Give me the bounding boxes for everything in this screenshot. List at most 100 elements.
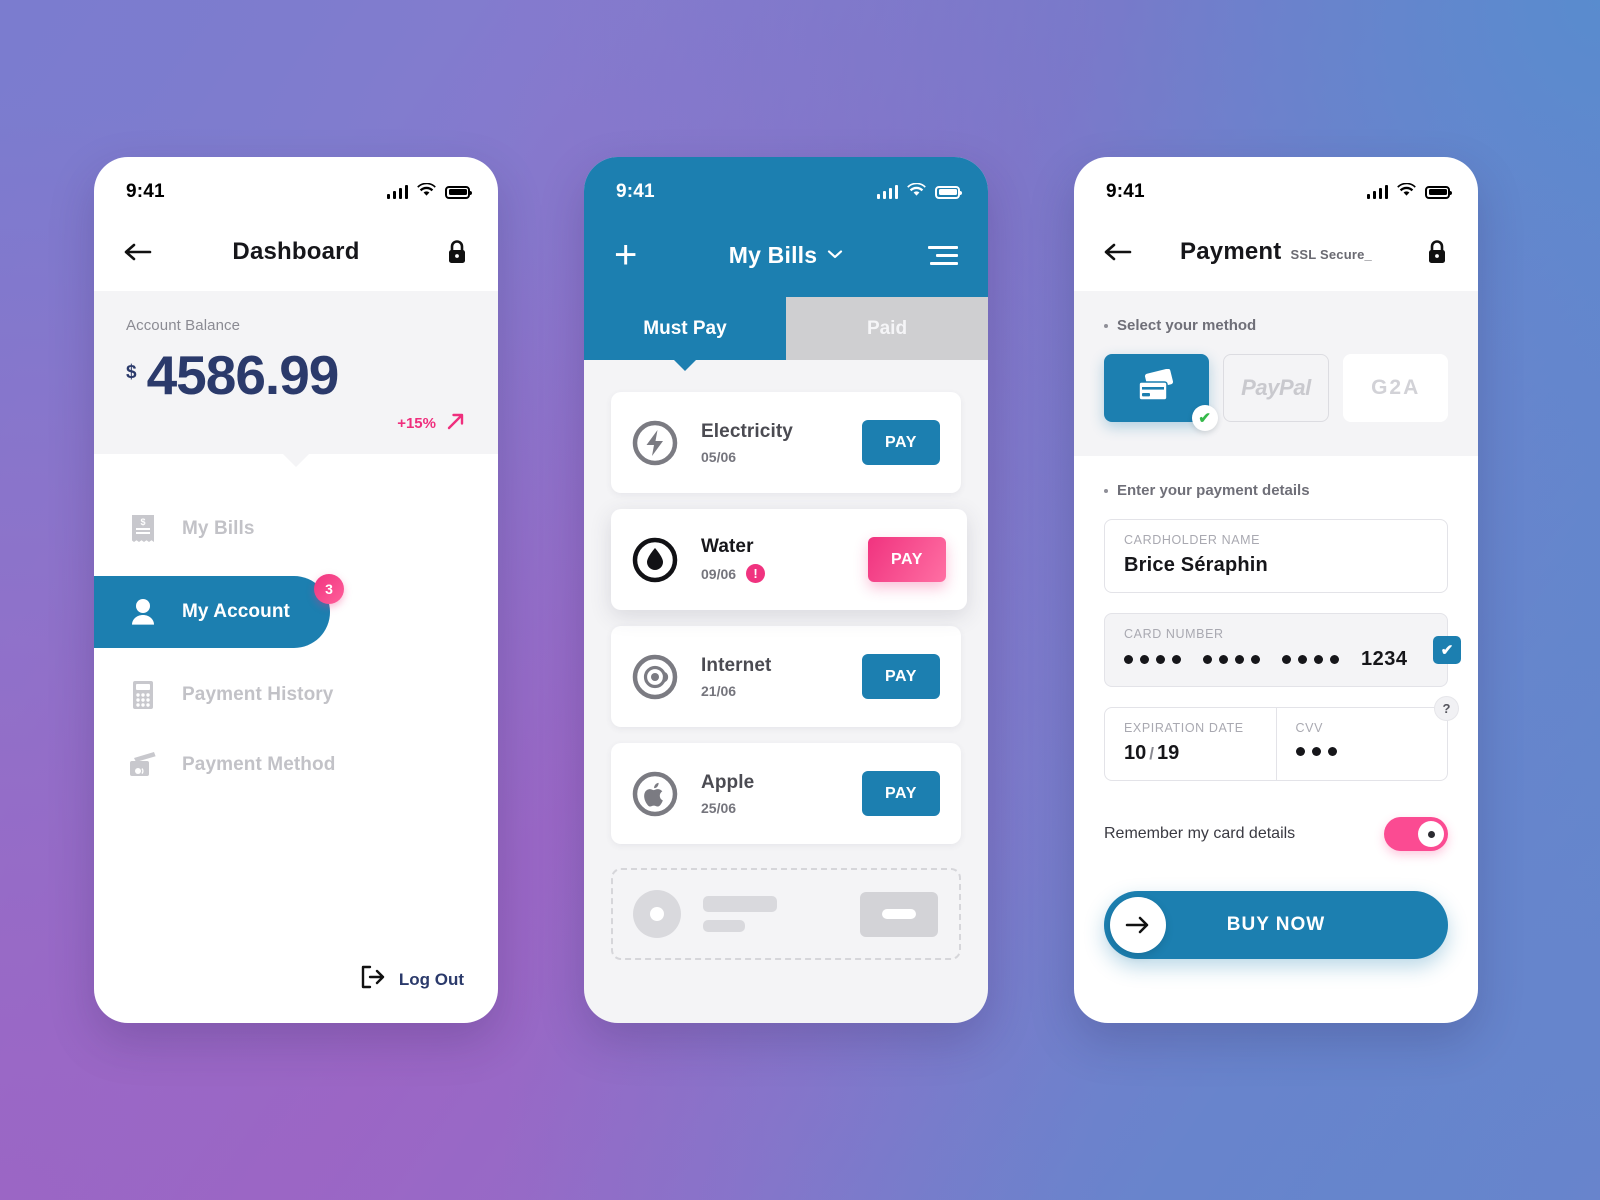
- check-icon: ✔: [1433, 636, 1461, 664]
- user-icon: [126, 595, 160, 629]
- placeholder-button: [860, 891, 938, 937]
- expiration-date-field[interactable]: EXPIRATION DATE 10/19: [1105, 708, 1276, 780]
- lightning-icon: [631, 419, 679, 467]
- lock-icon[interactable]: [1426, 239, 1448, 265]
- exp-separator: /: [1149, 744, 1154, 763]
- sidebar-item-label: Payment History: [182, 684, 334, 705]
- phone-my-bills: 9:41 + My Bills Must Pay Paid Electricit…: [584, 157, 988, 1023]
- card-number-value: 1234: [1124, 648, 1428, 671]
- arrow-right-icon: [1110, 897, 1166, 953]
- water-drop-icon: [631, 536, 679, 584]
- bill-info: Water 09/06 !: [701, 536, 868, 583]
- battery-icon: [1425, 185, 1452, 199]
- status-icons: [386, 181, 472, 203]
- hamburger-icon[interactable]: [928, 245, 958, 265]
- sidebar-item-payment-method[interactable]: Payment Method: [94, 730, 498, 800]
- cards-icon: [1133, 368, 1179, 408]
- at-sign-icon: [631, 653, 679, 701]
- balance-row: $ 4586.99: [126, 348, 466, 403]
- page-title: Dashboard: [232, 238, 360, 265]
- svg-text:$: $: [140, 517, 145, 527]
- method-credit-card[interactable]: ✔: [1104, 354, 1218, 431]
- masked-group: [1124, 655, 1181, 664]
- trend-up-arrow-icon: [446, 411, 466, 436]
- method-g2a[interactable]: G2A: [1343, 354, 1449, 422]
- question-mark-icon[interactable]: ?: [1434, 696, 1459, 721]
- cardholder-name-field[interactable]: CARDHOLDER NAME Brice Séraphin: [1104, 519, 1448, 593]
- phone-payment: 9:41 Payment SSL Secure_ Select your met…: [1074, 157, 1478, 1023]
- ssl-secure-label: SSL Secure_: [1290, 247, 1372, 262]
- bill-name: Apple: [701, 771, 755, 793]
- logout-icon: [359, 964, 386, 995]
- buy-now-button[interactable]: BUY NOW: [1104, 891, 1448, 959]
- bill-name: Internet: [701, 654, 772, 676]
- tab-must-pay[interactable]: Must Pay: [584, 297, 786, 360]
- field-label: CVV: [1295, 721, 1324, 735]
- tab-label: Paid: [866, 317, 908, 339]
- balance-label: Account Balance: [126, 317, 241, 334]
- placeholder-text-lines: [703, 896, 860, 932]
- delta-percent: +15%: [397, 415, 436, 432]
- sidebar-item-my-account[interactable]: My Account 3: [94, 574, 344, 648]
- method-paypal[interactable]: PayPal: [1222, 354, 1330, 422]
- pay-button[interactable]: PAY: [868, 537, 946, 582]
- masked-group: [1282, 655, 1339, 664]
- table-row[interactable]: Electricity 05/06 PAY: [611, 392, 961, 493]
- bill-name: Water: [701, 536, 754, 557]
- card-number-field[interactable]: CARD NUMBER 1234 ✔: [1104, 613, 1461, 687]
- back-button[interactable]: [124, 242, 154, 262]
- bill-due-date: 21/06: [701, 682, 737, 699]
- cellular-signal-icon: [876, 184, 898, 199]
- status-time: 9:41: [1106, 181, 1145, 202]
- wifi-icon: [907, 181, 926, 203]
- logout-button[interactable]: Log Out: [359, 964, 464, 995]
- remember-card-label: Remember my card details: [1104, 825, 1296, 842]
- sidebar-item-my-bills[interactable]: $ My Bills: [94, 494, 498, 564]
- bill-due-date: 25/06: [701, 799, 737, 816]
- g2a-logo: G2A: [1371, 376, 1421, 399]
- exp-month: 10: [1124, 742, 1147, 764]
- page-title: My Bills: [728, 241, 818, 268]
- pay-button[interactable]: PAY: [862, 420, 940, 465]
- status-bar: 9:41: [94, 157, 498, 213]
- balance-amount: 4586.99: [146, 344, 340, 406]
- cvv-field[interactable]: CVV: [1275, 708, 1448, 780]
- sidebar-item-label: My Bills: [182, 518, 255, 539]
- apple-icon: [631, 770, 679, 818]
- payment-title-group: Payment SSL Secure_: [1074, 238, 1478, 266]
- status-icons: [1366, 181, 1452, 203]
- payment-methods: ✔ PayPal G2A: [1104, 354, 1449, 431]
- bills-tabs: Must Pay Paid: [584, 297, 988, 360]
- status-time: 9:41: [126, 181, 165, 202]
- remember-card-toggle[interactable]: [1384, 817, 1448, 851]
- placeholder-bill-row: [611, 868, 961, 960]
- battery-icon: [935, 185, 962, 199]
- tab-paid[interactable]: Paid: [786, 297, 988, 360]
- bill-date: 21/06: [701, 683, 862, 699]
- check-icon: ✔: [1191, 405, 1218, 431]
- wifi-icon: [1397, 181, 1416, 203]
- cellular-signal-icon: [386, 184, 408, 199]
- back-button[interactable]: [1104, 242, 1134, 262]
- logout-label: Log Out: [398, 969, 464, 989]
- currency-symbol: $: [126, 362, 137, 383]
- bill-date: 05/06: [701, 449, 862, 465]
- pay-button[interactable]: PAY: [862, 654, 940, 699]
- table-row[interactable]: Water 09/06 ! PAY: [611, 509, 967, 610]
- remember-card-row: Remember my card details: [1104, 817, 1448, 851]
- tab-label: Must Pay: [643, 317, 727, 339]
- table-row[interactable]: Apple 25/06 PAY: [611, 743, 961, 844]
- bill-info: Internet 21/06: [701, 655, 862, 699]
- sidebar-item-payment-history[interactable]: Payment History: [94, 660, 498, 730]
- payment-navbar: Payment SSL Secure_: [1074, 213, 1478, 291]
- calculator-icon: [126, 678, 160, 712]
- bill-name: Electricity: [701, 420, 793, 442]
- pay-button[interactable]: PAY: [862, 771, 940, 816]
- exp-year: 19: [1156, 742, 1180, 764]
- bill-due-date: 05/06: [701, 448, 737, 465]
- field-label: CARD NUMBER: [1124, 627, 1224, 641]
- bill-date: 25/06: [701, 800, 862, 816]
- lock-icon[interactable]: [446, 239, 468, 265]
- plus-icon[interactable]: +: [614, 235, 637, 275]
- table-row[interactable]: Internet 21/06 PAY: [611, 626, 961, 727]
